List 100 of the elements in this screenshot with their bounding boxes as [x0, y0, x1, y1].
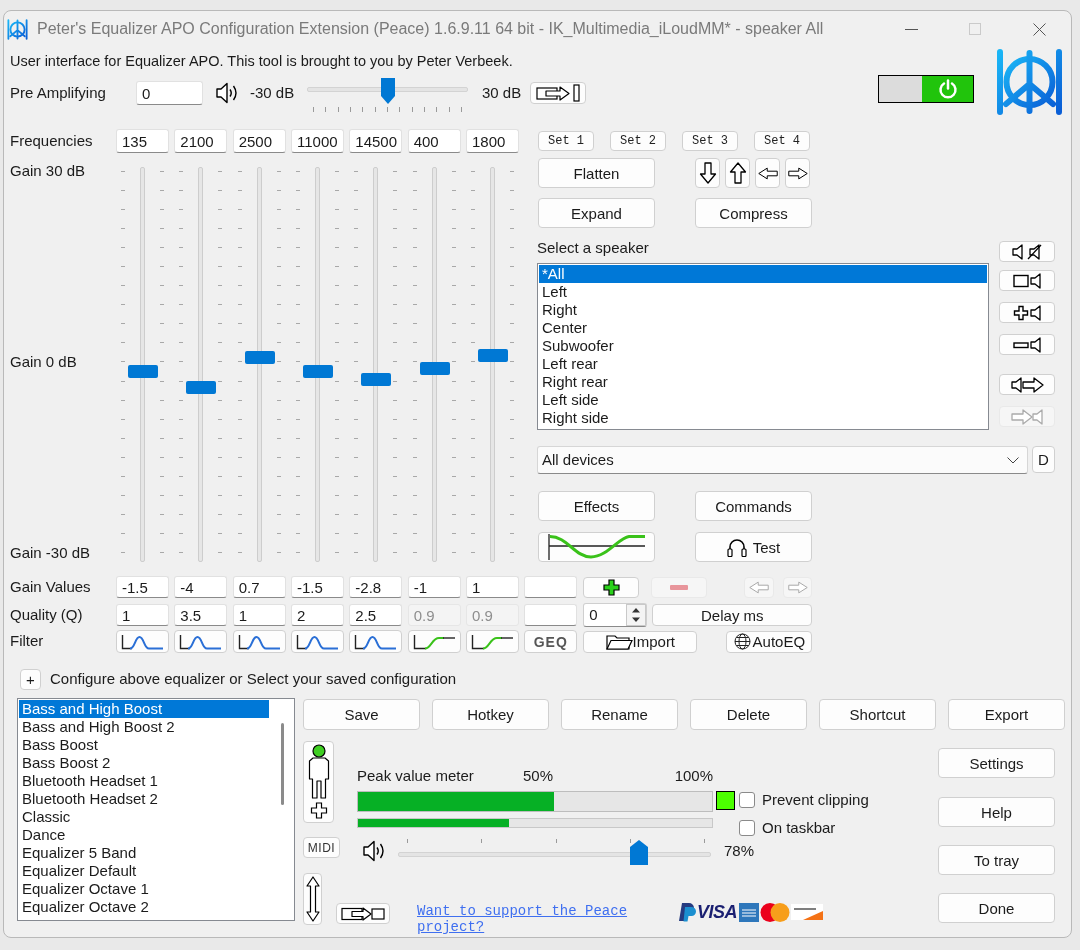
- slider-thumb[interactable]: [244, 351, 275, 365]
- quality-field[interactable]: 1: [116, 604, 169, 626]
- set-button[interactable]: Set 4: [754, 131, 810, 151]
- set-button[interactable]: Set 3: [682, 131, 738, 151]
- commands-button[interactable]: Commands: [695, 491, 812, 521]
- speaker-list-item[interactable]: Center: [539, 319, 987, 337]
- left-arrow-button[interactable]: [755, 158, 780, 188]
- speaker-list[interactable]: *All Left Right Center Subwoofer Left rear Right rear Left side Right side: [537, 263, 989, 430]
- support-link[interactable]: Want to support the Peace project?: [417, 903, 639, 935]
- speaker-tool-button[interactable]: [999, 302, 1055, 323]
- frequency-field[interactable]: 135: [116, 129, 169, 153]
- arrow-to-box-button[interactable]: [336, 903, 390, 924]
- configuration-button[interactable]: Rename: [561, 699, 678, 730]
- test-button[interactable]: Test: [695, 532, 812, 562]
- gain-field[interactable]: 0.7: [232, 576, 286, 598]
- configuration-button[interactable]: Export: [948, 699, 1065, 730]
- flatten-button[interactable]: Flatten: [538, 158, 655, 188]
- speaker-list-item[interactable]: Left rear: [539, 355, 987, 373]
- filter-type-button[interactable]: [349, 630, 403, 653]
- configuration-list-item[interactable]: Bass Boost 2: [19, 754, 269, 772]
- configuration-list-item[interactable]: Equalizer Octave 1: [19, 880, 269, 898]
- expand-button[interactable]: +: [20, 669, 41, 690]
- band-tool-button[interactable]: [583, 576, 640, 598]
- configuration-list[interactable]: Bass and High Boost Bass and High Boost 2 Bass Boost Bass Boost 2 Bluetooth Headset 1 Bluetooth Headset 2 Classic Dance Equalizer 5 Band Equalizer Default Equalizer Octave 1 Equalizer Octave 2: [17, 698, 295, 921]
- slider-thumb[interactable]: [128, 365, 158, 378]
- delay-spinner[interactable]: 0: [583, 603, 648, 627]
- dialog-button[interactable]: To tray: [938, 845, 1055, 875]
- filter-type-button[interactable]: [465, 630, 519, 653]
- person-button[interactable]: [303, 741, 334, 823]
- speaker-list-item[interactable]: Left side: [539, 391, 987, 409]
- down-arrow-button[interactable]: [695, 158, 720, 188]
- slider-thumb[interactable]: [361, 373, 392, 387]
- configuration-list-item[interactable]: Dance: [19, 826, 269, 844]
- filter-type-button[interactable]: [174, 630, 228, 653]
- quality-field[interactable]: 1: [232, 604, 286, 626]
- speaker-list-item[interactable]: *All: [539, 265, 987, 283]
- quality-field[interactable]: 2: [291, 604, 344, 626]
- autoeq-button[interactable]: AutoEQ: [726, 630, 813, 653]
- configuration-list-item[interactable]: Classic: [19, 808, 269, 826]
- compress-button[interactable]: Compress: [695, 198, 812, 228]
- power-toggle[interactable]: [878, 75, 974, 103]
- set-button[interactable]: Set 1: [538, 131, 594, 151]
- slider-thumb[interactable]: [380, 78, 395, 104]
- checkbox[interactable]: [739, 820, 755, 836]
- speaker-tool-button[interactable]: [999, 334, 1055, 355]
- configuration-list-item[interactable]: Bass and High Boost: [19, 700, 269, 718]
- speaker-tool-button[interactable]: [999, 241, 1055, 262]
- gain-field[interactable]: -1.5: [116, 576, 169, 598]
- configuration-list-item[interactable]: Bluetooth Headset 2: [19, 790, 269, 808]
- frequency-field[interactable]: 1800: [465, 129, 519, 153]
- frequency-field[interactable]: 11000: [291, 129, 344, 153]
- frequency-field[interactable]: 14500: [349, 129, 403, 153]
- filter-type-button[interactable]: [291, 630, 344, 653]
- configuration-list-item[interactable]: Bass Boost: [19, 736, 269, 754]
- speaker-tool-button[interactable]: [999, 270, 1055, 291]
- expand-button[interactable]: Expand: [538, 198, 655, 228]
- pre-amplifying-field[interactable]: 0: [136, 81, 203, 105]
- scrollbar-thumb[interactable]: [281, 723, 284, 805]
- frequency-field[interactable]: 2500: [232, 129, 286, 153]
- checkbox[interactable]: [739, 792, 755, 808]
- gain-field[interactable]: 1: [465, 576, 519, 598]
- dialog-button[interactable]: Done: [938, 893, 1055, 923]
- configuration-list-item[interactable]: Equalizer Octave 2: [19, 898, 269, 916]
- gain-field[interactable]: [524, 576, 578, 598]
- up-arrow-button[interactable]: [725, 158, 750, 188]
- configuration-list-item[interactable]: Bass and High Boost 2: [19, 718, 269, 736]
- frequency-field[interactable]: 2100: [174, 129, 228, 153]
- slider-thumb[interactable]: [186, 380, 217, 394]
- configuration-button[interactable]: Delete: [690, 699, 807, 730]
- gain-field[interactable]: -1: [407, 576, 461, 598]
- gain-field[interactable]: -4: [174, 576, 228, 598]
- filter-type-button[interactable]: [407, 630, 461, 653]
- quality-field[interactable]: 2.5: [349, 604, 403, 626]
- frequency-field[interactable]: 400: [407, 129, 461, 153]
- speaker-list-item[interactable]: Right rear: [539, 373, 987, 391]
- slider-thumb[interactable]: [419, 361, 450, 375]
- gain-field[interactable]: -1.5: [291, 576, 344, 598]
- up-down-button[interactable]: [303, 873, 322, 925]
- configuration-button[interactable]: Save: [303, 699, 420, 730]
- speaker-list-item[interactable]: Subwoofer: [539, 337, 987, 355]
- curve-button[interactable]: [538, 532, 655, 562]
- slider-thumb[interactable]: [477, 349, 508, 363]
- speaker-list-item[interactable]: Right side: [539, 409, 987, 427]
- pre-amplifying-slider[interactable]: [307, 78, 468, 112]
- configuration-button[interactable]: Shortcut: [819, 699, 936, 730]
- arrow-to-bar-button[interactable]: [530, 82, 586, 104]
- speaker-tool-button[interactable]: [999, 374, 1055, 395]
- filter-type-button[interactable]: [116, 630, 169, 653]
- gain-field[interactable]: -2.8: [349, 576, 403, 598]
- configuration-button[interactable]: Hotkey: [432, 699, 549, 730]
- dialog-button[interactable]: Settings: [938, 748, 1055, 778]
- slider-thumb[interactable]: [303, 365, 333, 378]
- import-button[interactable]: Import: [583, 630, 698, 653]
- delay-button[interactable]: Delay ms: [652, 604, 813, 626]
- slider-thumb[interactable]: [629, 840, 648, 865]
- configuration-list-item[interactable]: Equalizer Default: [19, 862, 269, 880]
- device-dropdown[interactable]: All devices: [537, 446, 1028, 474]
- geq-button[interactable]: GEQ: [524, 630, 578, 653]
- dialog-button[interactable]: Help: [938, 797, 1055, 827]
- volume-slider[interactable]: [398, 837, 711, 865]
